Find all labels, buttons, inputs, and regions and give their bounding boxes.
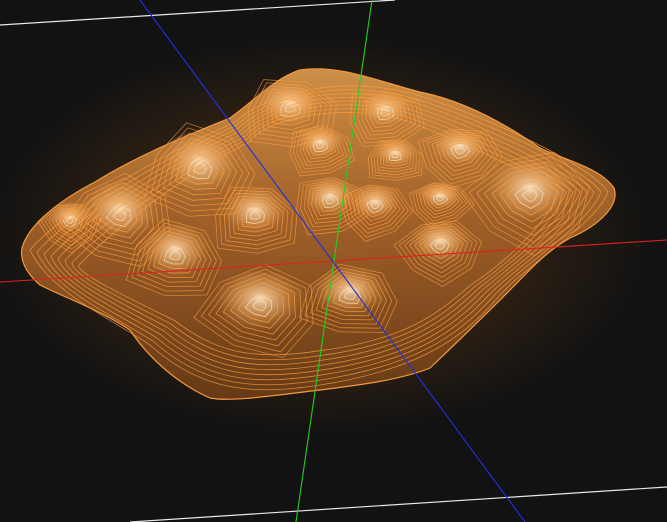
plane-edge-bottom: [129, 486, 667, 522]
plane-edge-top: [0, 0, 396, 26]
surface-peak: [414, 181, 466, 215]
3d-viewport[interactable]: [0, 0, 667, 522]
surface-scene[interactable]: [0, 0, 667, 522]
